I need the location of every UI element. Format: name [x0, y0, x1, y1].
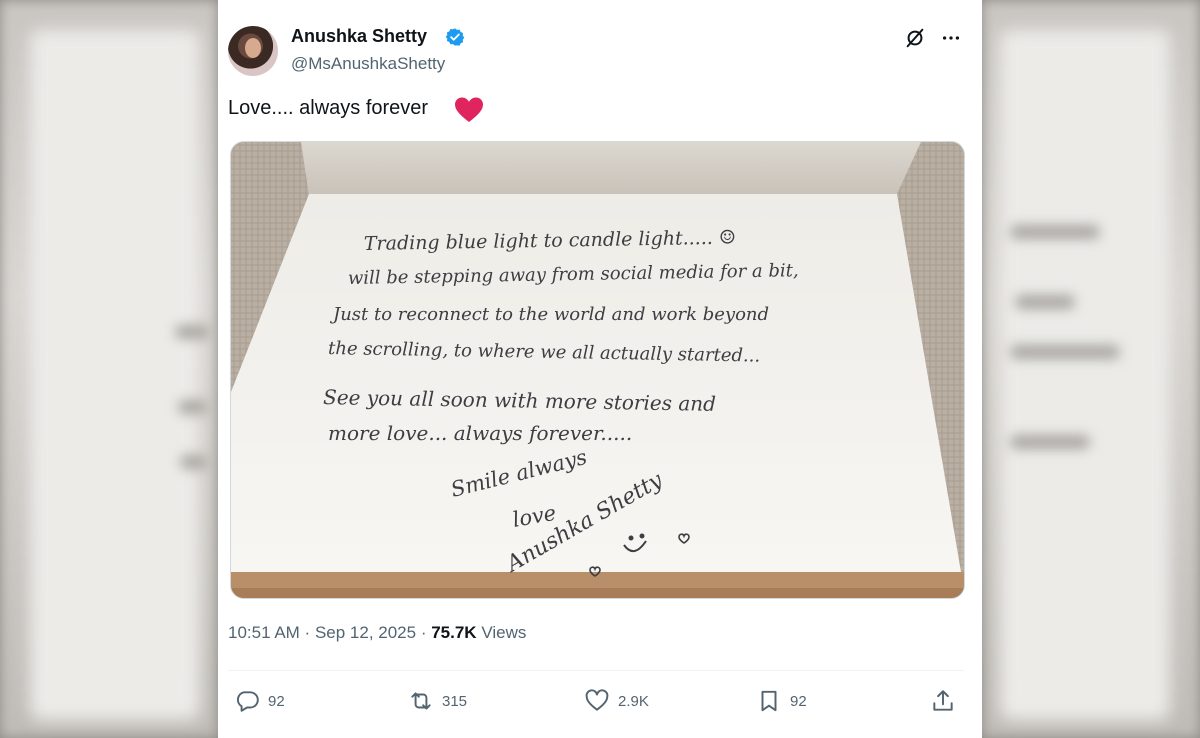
background-scribble	[180, 455, 208, 469]
note-line-6: more love... always forever.....	[328, 421, 632, 445]
author-handle[interactable]: @MsAnushkaShetty	[291, 54, 445, 74]
repost-button[interactable]: 315	[408, 688, 467, 714]
background-scribble	[1010, 345, 1120, 359]
more-options-icon[interactable]	[940, 27, 962, 49]
tweet-meta: 10:51 AM · Sep 12, 2025 · 75.7K Views	[228, 623, 526, 643]
share-icon	[933, 690, 953, 711]
divider	[228, 670, 964, 671]
background-card-right	[1000, 30, 1170, 720]
tweet-date[interactable]: Sep 12, 2025	[315, 623, 416, 642]
repost-count: 315	[442, 692, 468, 710]
grok-icon[interactable]	[904, 27, 926, 49]
heart-icon	[585, 689, 609, 711]
meta-separator: ·	[299, 623, 315, 642]
note-line-3: Just to reconnect to the world and work …	[329, 304, 769, 325]
handwritten-note-photo: Trading blue light to candle light..... …	[231, 142, 964, 598]
share-button[interactable]	[930, 688, 956, 714]
tweet-text: Love.... always forever	[228, 97, 429, 119]
reply-count: 92	[268, 692, 285, 710]
background-card-left	[30, 30, 200, 720]
meta-separator: ·	[420, 623, 432, 642]
tweet-time[interactable]: 10:51 AM	[228, 623, 300, 642]
views-count: 75.7K	[431, 623, 477, 642]
background-scribble	[178, 400, 208, 414]
verified-badge-icon	[445, 28, 465, 46]
like-count: 2.9K	[618, 692, 649, 710]
reply-button[interactable]: 92	[234, 688, 285, 714]
avatar[interactable]	[228, 26, 278, 76]
background-scribble	[175, 325, 210, 339]
views-label: Views	[481, 623, 527, 642]
tweet-card: Anushka Shetty @MsAnushkaShetty Love....…	[218, 0, 982, 738]
like-button[interactable]: 2.9K	[584, 688, 649, 714]
background-scribble	[1010, 225, 1100, 239]
background-scribble	[1015, 295, 1075, 309]
bookmark-count: 92	[790, 692, 807, 710]
repost-icon	[411, 692, 431, 710]
red-heart-emoji-icon	[455, 97, 483, 122]
bookmark-button[interactable]: 92	[756, 688, 807, 714]
background-scribble	[1010, 435, 1090, 449]
author-name[interactable]: Anushka Shetty	[291, 26, 427, 47]
bookmark-icon	[761, 690, 777, 712]
reply-icon	[237, 691, 259, 712]
tweet-photo[interactable]: Trading blue light to candle light..... …	[230, 141, 965, 599]
